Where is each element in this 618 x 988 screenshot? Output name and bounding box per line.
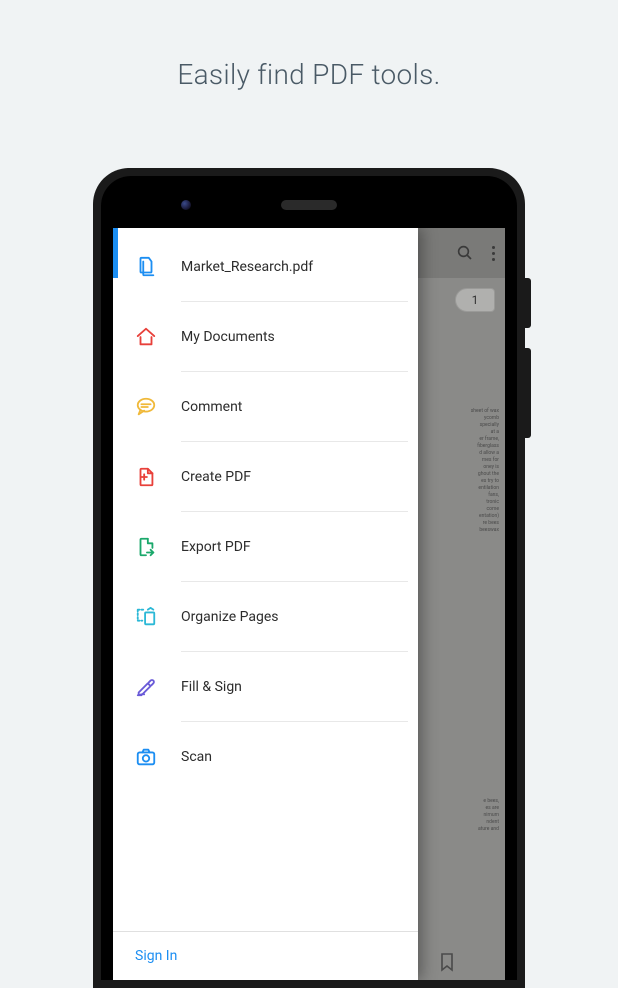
menu-item-organize-pages[interactable]: Organize Pages	[113, 582, 418, 652]
menu-item-export-pdf[interactable]: Export PDF	[113, 512, 418, 582]
menu-item-label: Organize Pages	[181, 609, 278, 625]
home-icon	[135, 326, 181, 348]
phone-side-button	[525, 348, 531, 438]
background-document-text: e bees,es arenimumndentature and	[449, 798, 499, 833]
menu-item-label: Fill & Sign	[181, 679, 242, 695]
organize-pages-icon	[135, 606, 181, 628]
menu-item-scan[interactable]: Scan	[113, 722, 418, 792]
export-pdf-icon	[135, 536, 181, 558]
menu-item-label: Export PDF	[181, 539, 251, 555]
drawer-list: Market_Research.pdf My Documents Comment	[113, 228, 418, 931]
navigation-drawer: Market_Research.pdf My Documents Comment	[113, 228, 418, 980]
menu-item-label: Comment	[181, 399, 242, 415]
phone-side-button	[525, 278, 531, 328]
document-icon	[135, 256, 181, 278]
phone-speaker	[281, 200, 337, 210]
menu-item-current-file[interactable]: Market_Research.pdf	[113, 232, 418, 302]
overflow-menu-icon[interactable]	[492, 246, 495, 261]
app-screen: 1 sheet of waxycombspeciallyat aer frame…	[113, 228, 505, 980]
drawer-footer: Sign In	[113, 931, 418, 980]
menu-item-comment[interactable]: Comment	[113, 372, 418, 442]
menu-item-label: Market_Research.pdf	[181, 259, 313, 275]
fill-sign-icon	[135, 676, 181, 698]
menu-item-label: Scan	[181, 749, 212, 765]
phone-camera	[181, 200, 191, 210]
menu-item-my-documents[interactable]: My Documents	[113, 302, 418, 372]
phone-frame: 1 sheet of waxycombspeciallyat aer frame…	[93, 168, 525, 988]
background-document-text: sheet of waxycombspeciallyat aer frame,f…	[449, 408, 499, 534]
page-number-badge: 1	[455, 288, 495, 312]
menu-item-label: My Documents	[181, 329, 275, 345]
comment-icon	[135, 396, 181, 418]
menu-item-create-pdf[interactable]: Create PDF	[113, 442, 418, 512]
sign-in-link[interactable]: Sign In	[135, 948, 396, 964]
search-icon[interactable]	[456, 244, 474, 262]
menu-item-label: Create PDF	[181, 469, 251, 485]
menu-item-fill-sign[interactable]: Fill & Sign	[113, 652, 418, 722]
bookmark-icon[interactable]	[439, 952, 455, 972]
create-pdf-icon	[135, 466, 181, 488]
page-headline: Easily find PDF tools.	[0, 0, 618, 91]
scan-icon	[135, 746, 181, 768]
